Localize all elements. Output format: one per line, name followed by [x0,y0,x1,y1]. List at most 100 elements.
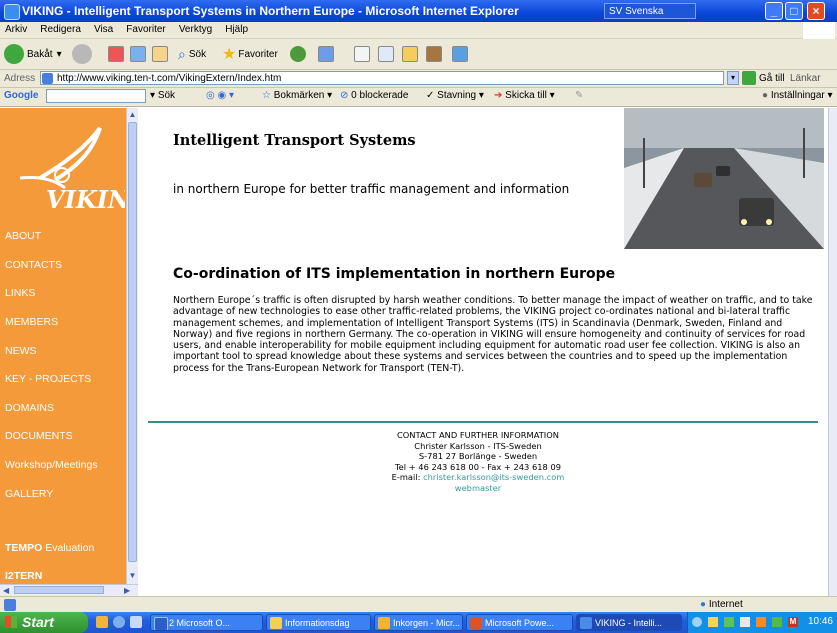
minimize-button[interactable]: _ [765,2,783,20]
scroll-right-icon[interactable]: ▶ [124,586,130,595]
history-button[interactable] [290,43,306,65]
folder-button[interactable] [402,43,418,65]
refresh-button[interactable] [130,43,146,65]
favorites-button[interactable]: ★ Favoriter [222,43,278,65]
home-icon [152,46,168,62]
task-microsoft-office[interactable]: 2 Microsoft O... [150,614,263,631]
forward-arrow-icon [72,44,92,64]
go-button[interactable]: Gå till [759,73,785,84]
quicklaunch-outlook-icon[interactable] [96,616,108,628]
sidebar-item-i2tern[interactable]: I2TERN [5,570,42,582]
bookmarks-label: Bokmärken [273,90,325,101]
tray-antivirus-icon[interactable] [772,617,782,627]
tray-arrow-icon[interactable] [692,617,702,627]
menu-favoriter[interactable]: Favoriter [121,22,170,35]
email-link[interactable]: christer.karlsson@its-sweden.com [423,472,564,482]
sidebar-item-documents[interactable]: DOCUMENTS [5,430,73,442]
google-tools-icons[interactable]: ◎ ◉ ▾ [206,90,234,101]
highlight-icon[interactable]: ✎ [575,90,583,101]
page-icon [42,73,53,84]
spelling-button[interactable]: ✓ Stavning ▾ [426,90,484,101]
sidebar-item-domains[interactable]: DOMAINS [5,402,54,414]
start-button[interactable]: Start [0,612,88,633]
print-button[interactable] [354,43,370,65]
scroll-up-icon[interactable]: ▲ [128,109,137,121]
history-icon [290,46,306,62]
stop-button[interactable] [108,43,124,65]
go-arrow-icon[interactable] [742,71,756,85]
windows-flag-icon [5,616,17,628]
edit-button[interactable] [378,43,394,65]
task-label: VIKING - Intelli... [595,618,663,628]
settings-icon: ● [762,90,769,101]
maximize-button[interactable]: □ [785,2,803,20]
zone-label: Internet [708,599,743,610]
sidebar-scrollbar[interactable]: ▲ ▼ [126,108,138,584]
page-scrollbar[interactable] [828,108,837,596]
task-powerpoint[interactable]: Microsoft Powe... [466,614,573,631]
settings-button[interactable]: ● Inställningar ▾ [762,90,833,101]
menu-arkiv[interactable]: Arkiv [0,22,32,35]
folder-icon [402,46,418,62]
task-inkorgen[interactable]: Inkorgen - Micr... [374,614,463,631]
sidebar-item-members[interactable]: MEMBERS [5,316,58,328]
task-viking-ie[interactable]: VIKING - Intelli... [576,614,682,631]
address-dropdown-icon[interactable]: ▾ [727,71,739,85]
home-button[interactable] [152,43,168,65]
sidebar-item-links[interactable]: LINKS [5,287,35,299]
webmaster-link[interactable]: webmaster [455,483,501,493]
sidebar-horizontal-scrollbar[interactable]: ◀ ▶ [0,584,138,596]
sidebar-item-key-projects[interactable]: KEY - PROJECTS [5,373,91,385]
close-button[interactable]: × [807,2,825,20]
mail-button[interactable] [318,43,334,65]
title-bar: VIKING - Intelligent Transport Systems i… [0,0,837,22]
settings-label: Inställningar [770,90,825,101]
menu-visa[interactable]: Visa [89,22,118,35]
powerpoint-icon [470,617,482,629]
back-button[interactable]: Bakåt ▾ [4,43,62,65]
forward-button[interactable] [72,43,92,65]
google-search-input[interactable] [46,89,146,103]
sidebar-item-contacts[interactable]: CONTACTS [5,259,62,271]
popup-blocker[interactable]: ⊘ 0 blockerade [340,90,408,101]
refresh-icon [130,46,146,62]
menu-redigera[interactable]: Redigera [35,22,86,35]
task-informationsdag[interactable]: Informationsdag [266,614,371,631]
search-button[interactable]: ⌕ Sök [178,43,206,65]
quicklaunch-desktop-icon[interactable] [130,616,142,628]
google-search-label: Sök [157,90,176,101]
hscroll-thumb[interactable] [14,586,104,594]
scrollbar-thumb[interactable] [128,122,137,562]
address-input[interactable]: http://www.viking.ten-t.com/VikingExtern… [40,71,724,85]
bookmarks-button[interactable]: ☆ Bokmärken ▾ [262,90,332,101]
address-bar: Adress http://www.viking.ten-t.com/Vikin… [0,70,837,88]
status-bar: ● Internet [0,596,837,613]
scroll-down-icon[interactable]: ▼ [128,570,137,582]
tray-security-icon[interactable] [740,617,750,627]
research-button[interactable] [426,43,442,65]
task-label: 2 Microsoft O... [169,618,231,628]
quicklaunch-ie-icon[interactable] [113,616,125,628]
scroll-left-icon[interactable]: ◀ [3,586,9,595]
language-indicator[interactable]: SV Svenska [604,3,696,19]
contact-address: S-781 27 Borlänge - Sweden [418,451,538,461]
google-logo[interactable]: Google [4,90,38,101]
messenger-button[interactable] [452,43,468,65]
spellcheck-icon: ✓ [426,90,435,101]
sidebar-item-workshop-meetings[interactable]: Workshop/Meetings [5,459,98,471]
tray-icon[interactable] [708,617,718,627]
tray-network-icon[interactable] [724,617,734,627]
google-search-button[interactable]: ▾ Sök [150,90,175,101]
menu-verktyg[interactable]: Verktyg [174,22,217,35]
sidebar-item-news[interactable]: NEWS [5,345,37,357]
block-icon: ⊘ [340,90,349,101]
sidebar-item-tempo-evaluation[interactable]: TEMPO Evaluation [5,542,94,554]
sidebar-item-about[interactable]: ABOUT [5,230,41,242]
menu-hjalp[interactable]: Hjälp [220,22,253,35]
links-button[interactable]: Länkar [790,73,821,84]
tray-mail-icon[interactable]: M [788,617,798,627]
tray-messenger-icon[interactable] [756,617,766,627]
favorites-label: Favoriter [238,48,278,60]
send-to-button[interactable]: ➔ Skicka till ▾ [494,90,555,101]
sidebar-item-gallery[interactable]: GALLERY [5,488,53,500]
